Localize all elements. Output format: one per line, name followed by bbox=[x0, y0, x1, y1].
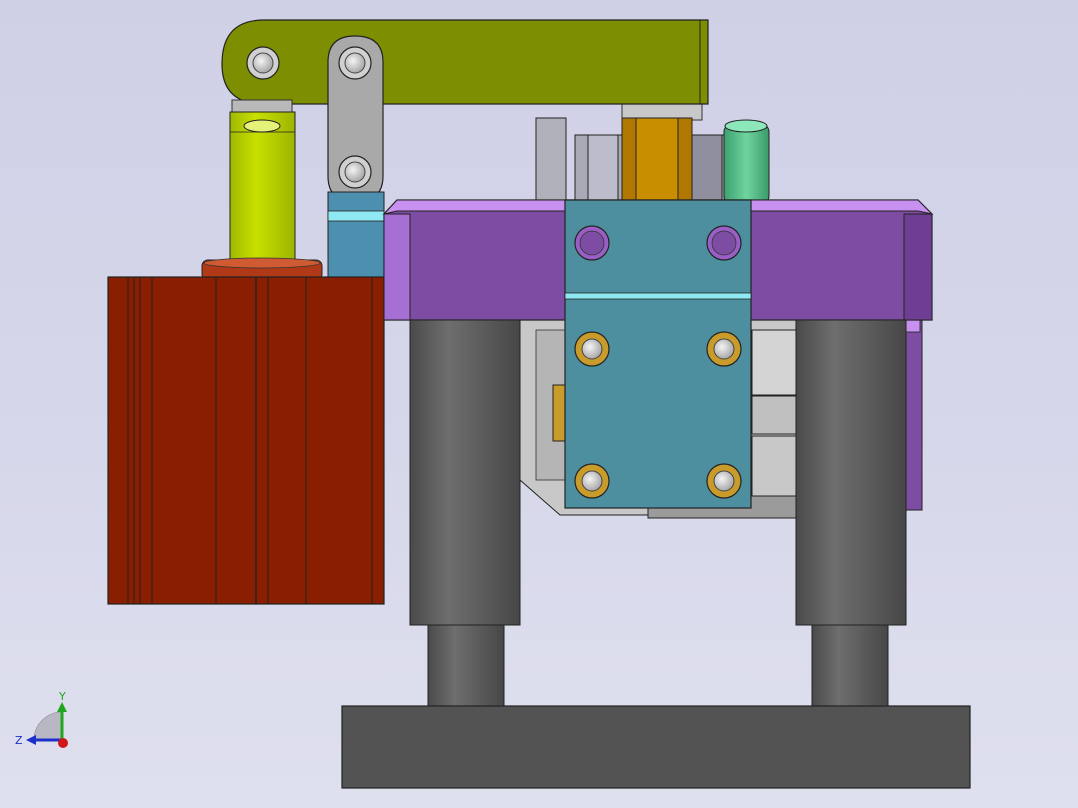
guide-column-left[interactable] bbox=[409, 319, 521, 708]
green-locating-pin[interactable] bbox=[723, 119, 770, 205]
brass-bushing-top-right[interactable] bbox=[706, 331, 742, 367]
cad-viewport[interactable]: Y Z bbox=[0, 0, 1078, 808]
y-axis-arrowhead bbox=[57, 702, 67, 712]
orientation-triad[interactable]: Y Z bbox=[15, 690, 68, 748]
link-upper-bolt[interactable] bbox=[338, 46, 372, 80]
clamp-fixture-model[interactable]: Y Z bbox=[0, 0, 1078, 808]
lever-pivot-bolt[interactable] bbox=[246, 46, 280, 80]
brass-bushing-bottom-right[interactable] bbox=[706, 463, 742, 499]
triad-y-label: Y bbox=[58, 690, 66, 703]
hex-nut[interactable] bbox=[621, 117, 693, 205]
link-lower-bolt[interactable] bbox=[338, 155, 372, 189]
brass-bushing-bottom-left[interactable] bbox=[574, 463, 610, 499]
guide-column-right[interactable] bbox=[795, 319, 907, 708]
push-rod[interactable] bbox=[229, 111, 296, 265]
link-connector-block[interactable] bbox=[327, 191, 385, 281]
brass-bushing-top-left[interactable] bbox=[574, 331, 610, 367]
air-cylinder-body[interactable] bbox=[107, 276, 385, 605]
x-axis-dot bbox=[58, 738, 68, 748]
base-plate[interactable] bbox=[341, 705, 971, 789]
clamp-lever-arm[interactable] bbox=[221, 19, 709, 105]
z-axis-arrowhead bbox=[26, 735, 36, 745]
lever-pivot-shoulder bbox=[231, 99, 293, 113]
cap-plug-left[interactable] bbox=[574, 225, 610, 261]
triad-z-label: Z bbox=[15, 734, 23, 747]
triad-plane-indicator bbox=[33, 711, 63, 741]
cap-plug-right[interactable] bbox=[706, 225, 742, 261]
